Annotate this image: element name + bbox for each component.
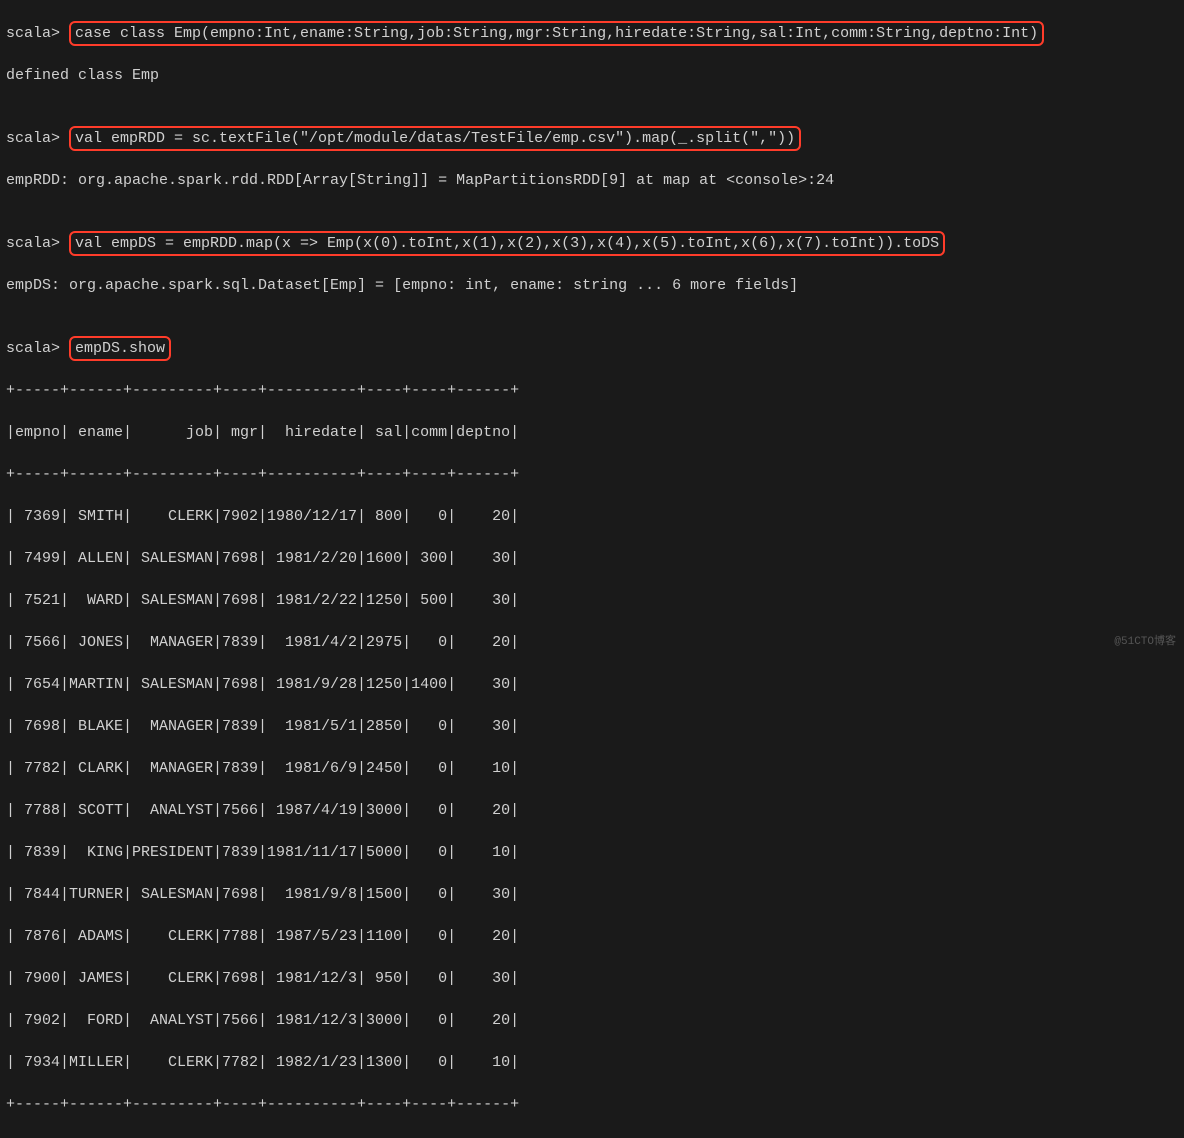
cmd-line-3: scala> val empDS = empRDD.map(x => Emp(x…: [6, 233, 1178, 254]
table-row: | 7876| ADAMS| CLERK|7788| 1987/5/23|110…: [6, 926, 1178, 947]
table-header: |empno| ename| job| mgr| hiredate| sal|c…: [6, 422, 1178, 443]
table-row: | 7844|TURNER| SALESMAN|7698| 1981/9/8|1…: [6, 884, 1178, 905]
table-sep: +-----+------+---------+----+----------+…: [6, 1094, 1178, 1115]
scala-prompt: scala>: [6, 130, 69, 147]
scala-prompt: scala>: [6, 340, 69, 357]
cmd-line-1: scala> case class Emp(empno:Int,ename:St…: [6, 23, 1178, 44]
scala-prompt: scala>: [6, 25, 69, 42]
output-defined: defined class Emp: [6, 65, 1178, 86]
table-row: | 7499| ALLEN| SALESMAN|7698| 1981/2/20|…: [6, 548, 1178, 569]
watermark-text: @51CTO博客: [1114, 635, 1176, 650]
cmd-line-4: scala> empDS.show: [6, 338, 1178, 359]
highlight-empds: val empDS = empRDD.map(x => Emp(x(0).toI…: [69, 231, 945, 256]
scala-prompt: scala>: [6, 235, 69, 252]
table-row: | 7934|MILLER| CLERK|7782| 1982/1/23|130…: [6, 1052, 1178, 1073]
table-row: | 7900| JAMES| CLERK|7698| 1981/12/3| 95…: [6, 968, 1178, 989]
table-row: | 7369| SMITH| CLERK|7902|1980/12/17| 80…: [6, 506, 1178, 527]
table-row: | 7839| KING|PRESIDENT|7839|1981/11/17|5…: [6, 842, 1178, 863]
highlight-show: empDS.show: [69, 336, 171, 361]
table-row: | 7788| SCOTT| ANALYST|7566| 1987/4/19|3…: [6, 800, 1178, 821]
table-row: | 7782| CLARK| MANAGER|7839| 1981/6/9|24…: [6, 758, 1178, 779]
table-sep: +-----+------+---------+----+----------+…: [6, 380, 1178, 401]
output-emprdd: empRDD: org.apache.spark.rdd.RDD[Array[S…: [6, 170, 1178, 191]
table-row: | 7654|MARTIN| SALESMAN|7698| 1981/9/28|…: [6, 674, 1178, 695]
table-row: | 7698| BLAKE| MANAGER|7839| 1981/5/1|28…: [6, 716, 1178, 737]
output-empds: empDS: org.apache.spark.sql.Dataset[Emp]…: [6, 275, 1178, 296]
terminal-output[interactable]: scala> case class Emp(empno:Int,ename:St…: [0, 0, 1184, 1138]
highlight-emprdd: val empRDD = sc.textFile("/opt/module/da…: [69, 126, 801, 151]
table-row: | 7902| FORD| ANALYST|7566| 1981/12/3|30…: [6, 1010, 1178, 1031]
highlight-case-class: case class Emp(empno:Int,ename:String,jo…: [69, 21, 1044, 46]
cmd-line-2: scala> val empRDD = sc.textFile("/opt/mo…: [6, 128, 1178, 149]
table-row: | 7566| JONES| MANAGER|7839| 1981/4/2|29…: [6, 632, 1178, 653]
table-sep: +-----+------+---------+----+----------+…: [6, 464, 1178, 485]
table-row: | 7521| WARD| SALESMAN|7698| 1981/2/22|1…: [6, 590, 1178, 611]
